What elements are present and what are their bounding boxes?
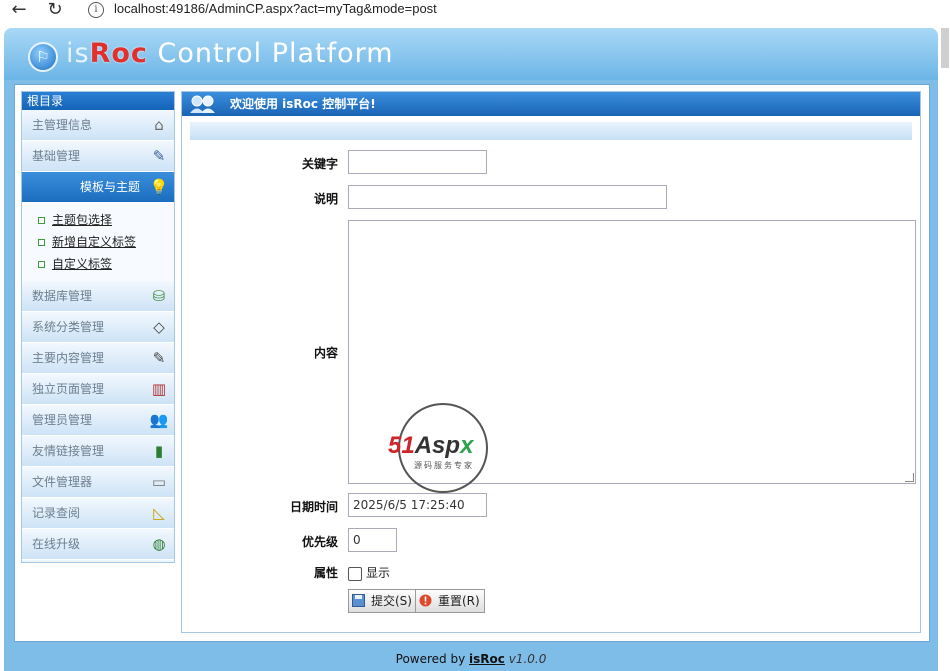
- main-panel: 欢迎使用 isRoc 控制平台! 关键字 说明 内容 日期时间 2025/6/5…: [181, 91, 921, 633]
- logo-person-icon: ⚐: [28, 42, 58, 72]
- sidebar-item-basic[interactable]: 基础管理 ✎: [22, 141, 174, 172]
- sidebar-item-admins[interactable]: 管理员管理 👥: [22, 405, 174, 436]
- address-bar[interactable]: i localhost:49186/AdminCP.aspx?act=myTag…: [80, 0, 480, 22]
- tools-icon: ✎: [152, 147, 166, 165]
- sidebar-item-database[interactable]: 数据库管理 ⛁: [22, 281, 174, 312]
- house-icon: ⌂: [154, 116, 164, 134]
- logo-rest: Control Platform: [147, 38, 394, 69]
- watermark-a: A: [414, 432, 433, 459]
- priority-label: 优先级: [301, 535, 338, 549]
- url-text[interactable]: localhost:49186/AdminCP.aspx?act=myTag&m…: [114, 1, 437, 16]
- sidebar-item-content[interactable]: 主要内容管理 ✎: [22, 343, 174, 374]
- scrollbar-thumb[interactable]: [941, 28, 949, 68]
- submit-button[interactable]: 提交(S): [348, 589, 417, 613]
- priority-input[interactable]: 0: [348, 528, 397, 552]
- panel-title: 欢迎使用 isRoc 控制平台!: [230, 97, 376, 111]
- sidebar-item-label: 模板与主题: [79, 180, 140, 194]
- sidebar-item-label: 文件管理器: [32, 475, 93, 489]
- logo-is: is: [66, 38, 90, 69]
- back-arrow-icon[interactable]: ←: [8, 0, 30, 20]
- sidebar-item-links[interactable]: 友情链接管理 ▮: [22, 436, 174, 467]
- show-checkbox-label[interactable]: 显示: [366, 564, 390, 581]
- sidebar-item-main-info[interactable]: 主管理信息 ⌂: [22, 110, 174, 141]
- info-icon[interactable]: i: [88, 2, 104, 18]
- description-label: 说明: [313, 192, 338, 206]
- submenu-item-custom-tags[interactable]: 自定义标签: [36, 253, 174, 275]
- footer: Powered by isRoc v1.0.0: [4, 648, 938, 671]
- sidebar: 根目录 主管理信息 ⌂ 基础管理 ✎ 模板与主题 💡 主题包选择 新增自定义标签…: [21, 91, 175, 563]
- watermark-51: 51: [388, 432, 415, 459]
- show-checkbox[interactable]: [348, 567, 362, 581]
- sidebar-item-label: 管理员管理: [32, 413, 93, 427]
- keyword-input[interactable]: [348, 150, 487, 174]
- watermark-logo: 51Aspx: [388, 432, 473, 460]
- reset-button[interactable]: 重置(R): [415, 589, 485, 613]
- battery-icon: ▮: [154, 442, 164, 460]
- resize-grip-icon[interactable]: [905, 473, 914, 482]
- sidebar-item-label: 基础管理: [32, 149, 81, 163]
- submenu-item-new-tag[interactable]: 新增自定义标签: [36, 231, 174, 253]
- submit-button-label: 提交(S): [371, 594, 412, 608]
- keyword-label: 关键字: [301, 157, 338, 171]
- footer-brand-link[interactable]: isRoc: [469, 652, 505, 666]
- watermark-sp: sp: [432, 432, 461, 459]
- refresh-icon[interactable]: ↻: [44, 0, 66, 20]
- reset-button-label: 重置(R): [438, 594, 480, 608]
- alert-icon: [419, 594, 432, 607]
- lightbulb-icon: 💡: [149, 178, 169, 196]
- footer-prefix: Powered by: [395, 652, 470, 666]
- description-input[interactable]: [348, 185, 667, 209]
- sidebar-item-upgrade[interactable]: 在线升级 ◍: [22, 529, 174, 560]
- sidebar-item-logs[interactable]: 记录查阅 ◺: [22, 498, 174, 529]
- app-window: ⚐ isRoc Control Platform 根目录 主管理信息 ⌂ 基础管…: [4, 28, 938, 671]
- sidebar-item-label: 主要内容管理: [32, 351, 105, 365]
- books-icon: ▥: [151, 380, 167, 398]
- panel-title-bar: 欢迎使用 isRoc 控制平台!: [182, 92, 920, 116]
- submenu-item-theme-pack[interactable]: 主题包选择: [36, 209, 174, 231]
- book-icon: ✎: [152, 349, 166, 367]
- globe-icon: ◍: [152, 535, 166, 553]
- app-logo-title: isRoc Control Platform: [66, 38, 394, 69]
- datetime-label: 日期时间: [289, 500, 338, 514]
- sidebar-item-label: 独立页面管理: [32, 382, 105, 396]
- app-header: ⚐ isRoc Control Platform: [4, 28, 938, 80]
- panel-subbar: [190, 122, 912, 140]
- footer-version: v1.0.0: [504, 652, 547, 666]
- browser-toolbar: ← ↻ i localhost:49186/AdminCP.aspx?act=m…: [0, 0, 950, 24]
- sidebar-item-label: 记录查阅: [32, 506, 81, 520]
- sidebar-item-categories[interactable]: 系统分类管理 ◇: [22, 312, 174, 343]
- sidebar-item-label: 系统分类管理: [32, 320, 105, 334]
- sidebar-item-files[interactable]: 文件管理器 ▭: [22, 467, 174, 498]
- datetime-input[interactable]: 2025/6/5 17:25:40: [348, 493, 487, 517]
- content-area: 根目录 主管理信息 ⌂ 基础管理 ✎ 模板与主题 💡 主题包选择 新增自定义标签…: [14, 84, 930, 642]
- sidebar-item-label: 在线升级: [32, 537, 81, 551]
- sidebar-item-label: 友情链接管理: [32, 444, 105, 458]
- database-icon: ⛁: [152, 287, 166, 305]
- sidebar-item-templates[interactable]: 模板与主题 💡: [22, 172, 174, 203]
- file-icon: ▭: [151, 473, 167, 491]
- sidebar-item-pages[interactable]: 独立页面管理 ▥: [22, 374, 174, 405]
- ruler-icon: ◺: [153, 504, 165, 522]
- save-icon: [352, 594, 365, 607]
- sidebar-item-label: 数据库管理: [32, 289, 93, 303]
- watermark-tagline: 源码服务专家: [414, 461, 474, 470]
- content-label: 内容: [313, 346, 338, 360]
- sidebar-item-label: 主管理信息: [32, 118, 93, 132]
- sidebar-root-label: 根目录: [22, 92, 174, 110]
- watermark-x: x: [460, 432, 474, 459]
- users-icon: [188, 94, 218, 114]
- users-icon: 👥: [149, 411, 169, 429]
- sidebar-submenu: 主题包选择 新增自定义标签 自定义标签: [22, 203, 174, 281]
- diamond-icon: ◇: [153, 318, 165, 336]
- logo-roc: Roc: [89, 38, 148, 69]
- attribute-label: 属性: [313, 566, 338, 580]
- page-scrollbar[interactable]: [939, 28, 950, 671]
